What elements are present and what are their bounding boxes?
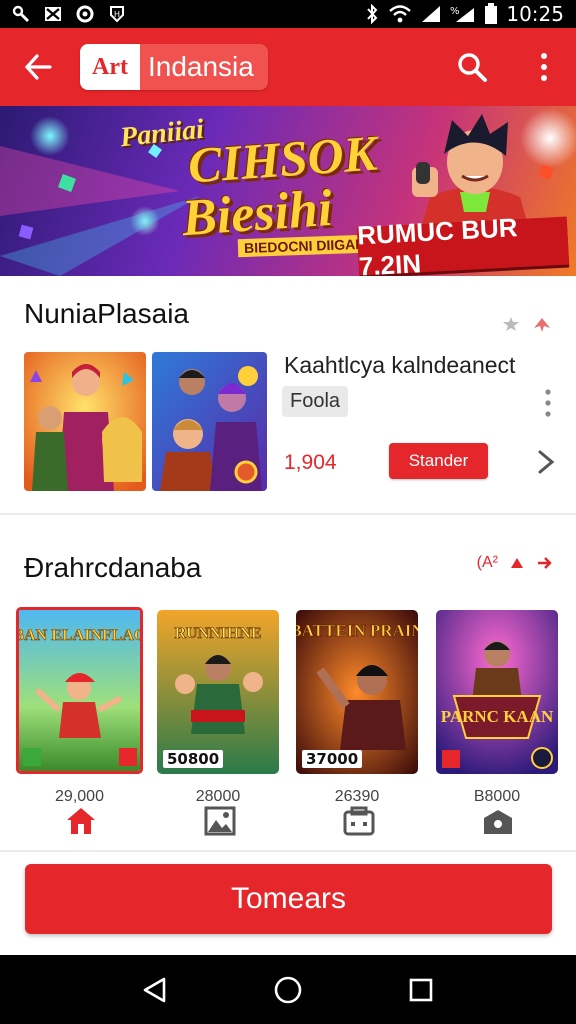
image-icon[interactable] (204, 806, 236, 836)
signal-2-icon: % (450, 4, 476, 24)
section-actions: (A² (477, 554, 552, 572)
status-bar: H % 10:25 (0, 0, 576, 28)
section-title: Ðrahrcdanaba (24, 552, 202, 583)
more-vert-icon (541, 53, 547, 81)
home-circle-icon[interactable] (273, 975, 303, 1005)
divider (0, 850, 576, 852)
game-card-2[interactable]: RUNNIHNE 50800 (157, 610, 279, 774)
game-art-title: RUNNIHNE (174, 625, 261, 642)
app-name: Kaahtlcya kalndeanect (284, 352, 516, 378)
app-title: Indansia (139, 44, 268, 90)
chevron-right-icon[interactable] (534, 448, 558, 476)
svg-text:%: % (450, 6, 460, 17)
game-card-4[interactable]: PARNC KAAN (436, 610, 558, 774)
triangle-up-icon[interactable] (510, 557, 524, 569)
search-button[interactable] (444, 39, 500, 95)
back-triangle-icon[interactable] (142, 976, 168, 1004)
back-button[interactable] (10, 39, 66, 95)
wifi-icon (388, 4, 412, 24)
game-price-tag: 37000 (302, 750, 363, 768)
game-art-illustration (24, 352, 146, 491)
app-logo: Art Indansia (80, 44, 268, 90)
recents-square-icon[interactable] (408, 977, 434, 1003)
divider (0, 513, 576, 515)
sync-icon (76, 5, 94, 23)
arrow-right-icon[interactable] (536, 556, 552, 570)
game-price-tag: 50800 (163, 750, 224, 768)
logo-badge: Art (80, 44, 140, 90)
app-screenshot-2[interactable] (152, 352, 267, 491)
battery-icon (484, 3, 498, 25)
game-art-illustration: PARNC KAAN (436, 610, 558, 774)
signal-icon (420, 4, 442, 24)
home-icon[interactable] (65, 806, 97, 836)
banner-ribbon: RUMUC BUR 7.2IN (357, 212, 570, 276)
game-art-title: BATTEIN PRAIN (296, 621, 418, 640)
game-art-illustration (152, 352, 267, 491)
bluetooth-icon (364, 4, 380, 24)
game-price-label: B8000 (473, 788, 521, 805)
game-price-label: 28000 (195, 788, 241, 805)
promo-banner[interactable]: Paniiai CIHSOK Biesihi BIEDOCNI DIIGAI R… (0, 106, 576, 276)
tools-icon (12, 5, 30, 23)
game-card-3[interactable]: BATTEIN PRAIN 37000 (296, 610, 418, 774)
clock: 10:25 (506, 2, 564, 26)
game-card-1[interactable]: PUBAN ELAINFLACCS (16, 607, 143, 774)
install-button[interactable]: Stander (389, 443, 488, 479)
star-icon[interactable] (502, 316, 520, 332)
search-icon (458, 53, 487, 82)
app-bar: Art Indansia (0, 28, 576, 106)
app-price: 1,904 (284, 451, 337, 474)
game-art-title: PARNC KAAN (441, 707, 554, 726)
app-screenshot-1[interactable] (24, 352, 146, 491)
section-actions (502, 316, 552, 332)
svg-text:H: H (114, 10, 120, 19)
shield-icon: H (108, 5, 126, 23)
arrow-icon[interactable] (532, 316, 552, 332)
category-chip[interactable]: Foola (282, 386, 349, 417)
primary-cta-button[interactable]: Tomears (25, 864, 552, 934)
section-title: NuniaPlasaia (24, 298, 189, 329)
back-arrow-icon (24, 54, 52, 80)
more-vert-icon[interactable] (540, 388, 556, 418)
more-button[interactable] (524, 39, 564, 95)
game-price-label: 29,000 (55, 788, 104, 805)
game-art-illustration: PUBAN ELAINFLACCS (19, 610, 140, 771)
game-price-label: 26390 (334, 788, 380, 805)
box-icon[interactable] (482, 806, 514, 836)
system-nav-bar (0, 955, 576, 1024)
game-art-title: PUBAN ELAINFLACCS (19, 627, 140, 644)
bag-icon[interactable] (343, 806, 375, 836)
mail-icon (44, 5, 62, 23)
section-action-label[interactable]: (A² (477, 554, 498, 572)
